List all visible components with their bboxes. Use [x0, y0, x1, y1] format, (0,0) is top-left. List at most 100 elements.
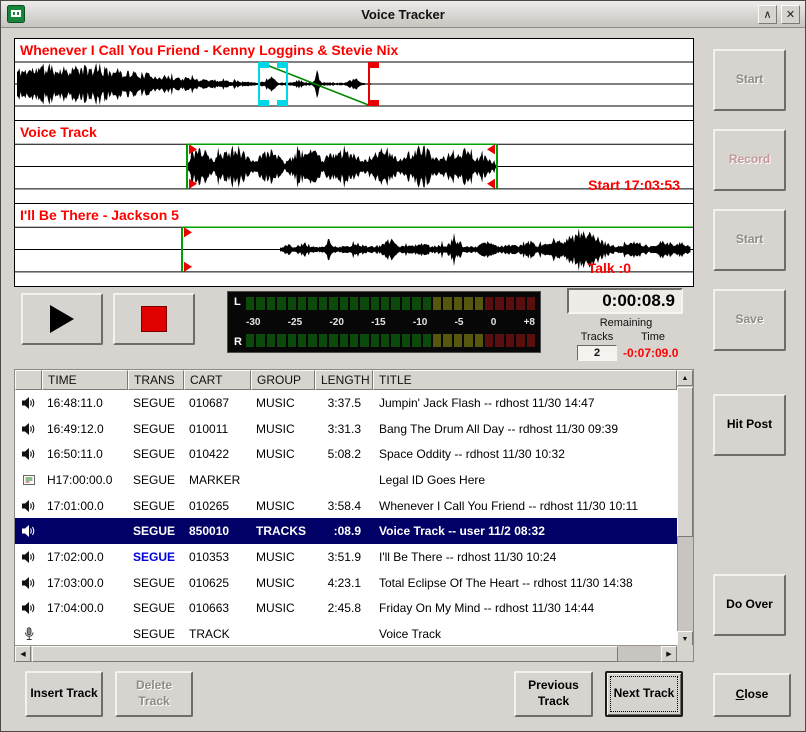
meter-segment — [475, 297, 483, 310]
stop-icon — [141, 306, 167, 332]
waveform-track-2[interactable]: Voice Track Start 17:03:53 — [14, 121, 694, 204]
cell-time: 17:01:00.0 — [42, 499, 128, 513]
column-header-title[interactable]: TITLE — [373, 370, 677, 390]
column-header-trans[interactable]: TRANS — [128, 370, 184, 390]
cell-cart: 010625 — [184, 576, 251, 590]
cell-cart: MARKER — [184, 473, 251, 487]
start-1-button: Start — [713, 49, 786, 111]
column-header-time[interactable]: TIME — [42, 370, 128, 390]
meter-segment — [360, 297, 368, 310]
window-close-icon[interactable]: ✕ — [781, 5, 800, 24]
log-row[interactable]: H17:00:00.0SEGUEMARKERLegal ID Goes Here — [15, 467, 677, 493]
cell-title: Whenever I Call You Friend -- rdhost 11/… — [373, 499, 677, 513]
meter-segment — [256, 297, 264, 310]
horizontal-scroll-thumb[interactable] — [32, 646, 618, 662]
play-icon — [50, 305, 74, 333]
cell-trans: SEGUE — [128, 447, 184, 461]
meter-segment — [308, 334, 316, 347]
cell-title: Friday On My Mind -- rdhost 11/30 14:44 — [373, 601, 677, 615]
meter-segment — [329, 334, 337, 347]
delete-track-button: Delete Track — [115, 671, 193, 717]
cell-length: 3:37.5 — [315, 396, 373, 410]
log-row[interactable]: 17:04:00.0SEGUE010663MUSIC2:45.8Friday O… — [15, 596, 677, 622]
meter-segment — [381, 297, 389, 310]
cell-cart: 010011 — [184, 422, 251, 436]
meter-segment — [391, 334, 399, 347]
meter-scale-tick: -25 — [288, 317, 302, 328]
waveform-track-1[interactable]: Whenever I Call You Friend - Kenny Loggi… — [14, 38, 694, 121]
speaker-icon — [15, 396, 42, 410]
talk-time: Talk :0 — [588, 260, 631, 276]
play-button[interactable] — [21, 293, 103, 345]
meter-segment — [256, 334, 264, 347]
cell-trans: SEGUE — [128, 396, 184, 410]
vertical-scroll-thumb[interactable] — [677, 387, 693, 537]
cell-time: 17:03:00.0 — [42, 576, 128, 590]
column-header-group[interactable]: GROUP — [251, 370, 315, 390]
column-header-icon[interactable] — [15, 370, 42, 390]
cell-title: Jumpin' Jack Flash -- rdhost 11/30 14:47 — [373, 396, 677, 410]
meter-segment — [454, 334, 462, 347]
meter-segment — [298, 334, 306, 347]
meter-scale-tick: -20 — [329, 317, 343, 328]
column-header-cart[interactable]: CART — [184, 370, 251, 390]
previous-track-button[interactable]: Previous Track — [514, 671, 593, 717]
log-row[interactable]: SEGUETRACKVoice Track — [15, 621, 677, 647]
cell-group: MUSIC — [251, 396, 315, 410]
shade-icon[interactable]: ∧ — [758, 5, 777, 24]
meter-segment — [298, 297, 306, 310]
meter-segment — [350, 297, 358, 310]
meter-segment — [464, 334, 472, 347]
log-row[interactable]: 16:48:11.0SEGUE010687MUSIC3:37.5Jumpin' … — [15, 390, 677, 416]
scroll-up-icon[interactable]: ▲ — [677, 370, 693, 386]
stop-button[interactable] — [113, 293, 195, 345]
log-row[interactable]: SEGUE850010TRACKS:08.9Voice Track -- use… — [15, 518, 677, 544]
meter-segment — [423, 334, 431, 347]
cell-group: MUSIC — [251, 601, 315, 615]
log-body: 16:48:11.0SEGUE010687MUSIC3:37.5Jumpin' … — [15, 390, 677, 647]
vertical-scrollbar[interactable]: ▲ ▼ — [677, 370, 693, 647]
meter-segment — [381, 334, 389, 347]
meter-segment — [319, 297, 327, 310]
cell-trans: SEGUE — [128, 550, 184, 564]
track-title-3: I'll Be There - Jackson 5 — [20, 207, 179, 223]
log-row[interactable]: 16:49:12.0SEGUE010011MUSIC3:31.3Bang The… — [15, 416, 677, 442]
track-title-1: Whenever I Call You Friend - Kenny Loggi… — [20, 42, 398, 58]
log-row[interactable]: 16:50:11.0SEGUE010422MUSIC5:08.2Space Od… — [15, 441, 677, 467]
do-over-button[interactable]: Do Over — [713, 574, 786, 636]
meter-segment — [495, 334, 503, 347]
waveform-panel: Whenever I Call You Friend - Kenny Loggi… — [14, 38, 694, 287]
meter-scale: -30-25-20-15-10-50+8 — [246, 314, 535, 330]
meter-segment — [340, 297, 348, 310]
titlebar[interactable]: Voice Tracker ∧ ✕ — [1, 1, 805, 28]
speaker-icon — [15, 499, 42, 513]
log-row[interactable]: 17:01:00.0SEGUE010265MUSIC3:58.4Whenever… — [15, 493, 677, 519]
close-button[interactable]: Close — [713, 673, 791, 717]
log-row[interactable]: 17:03:00.0SEGUE010625MUSIC4:23.1Total Ec… — [15, 570, 677, 596]
remaining-label: Remaining — [567, 317, 685, 329]
next-track-button[interactable]: Next Track — [605, 671, 683, 717]
meter-segment — [495, 297, 503, 310]
log-row[interactable]: 17:02:00.0SEGUE010353MUSIC3:51.9I'll Be … — [15, 544, 677, 570]
scroll-left-icon[interactable]: ◀ — [15, 646, 31, 662]
voicetrack-start-time: Start 17:03:53 — [588, 177, 680, 193]
cell-group: MUSIC — [251, 447, 315, 461]
meter-segment — [329, 297, 337, 310]
marker-icon — [15, 473, 42, 487]
speaker-icon — [15, 447, 42, 461]
meter-right-label: R — [234, 336, 242, 348]
meter-segment — [485, 297, 493, 310]
horizontal-scrollbar[interactable]: ◀ ▶ — [15, 645, 677, 661]
meter-scale-tick: 0 — [491, 317, 497, 328]
insert-track-button[interactable]: Insert Track — [25, 671, 103, 717]
speaker-icon — [15, 422, 42, 436]
scroll-right-icon[interactable]: ▶ — [661, 646, 677, 662]
hit-post-button[interactable]: Hit Post — [713, 394, 786, 456]
meter-segment — [485, 334, 493, 347]
start-2-button: Start — [713, 209, 786, 271]
speaker-icon — [15, 550, 42, 564]
log-table: TIMETRANSCARTGROUPLENGTHTITLE 16:48:11.0… — [14, 369, 694, 662]
meter-segment — [277, 334, 285, 347]
waveform-track-3[interactable]: I'll Be There - Jackson 5 Talk :0 — [14, 204, 694, 287]
column-header-length[interactable]: LENGTH — [315, 370, 373, 390]
